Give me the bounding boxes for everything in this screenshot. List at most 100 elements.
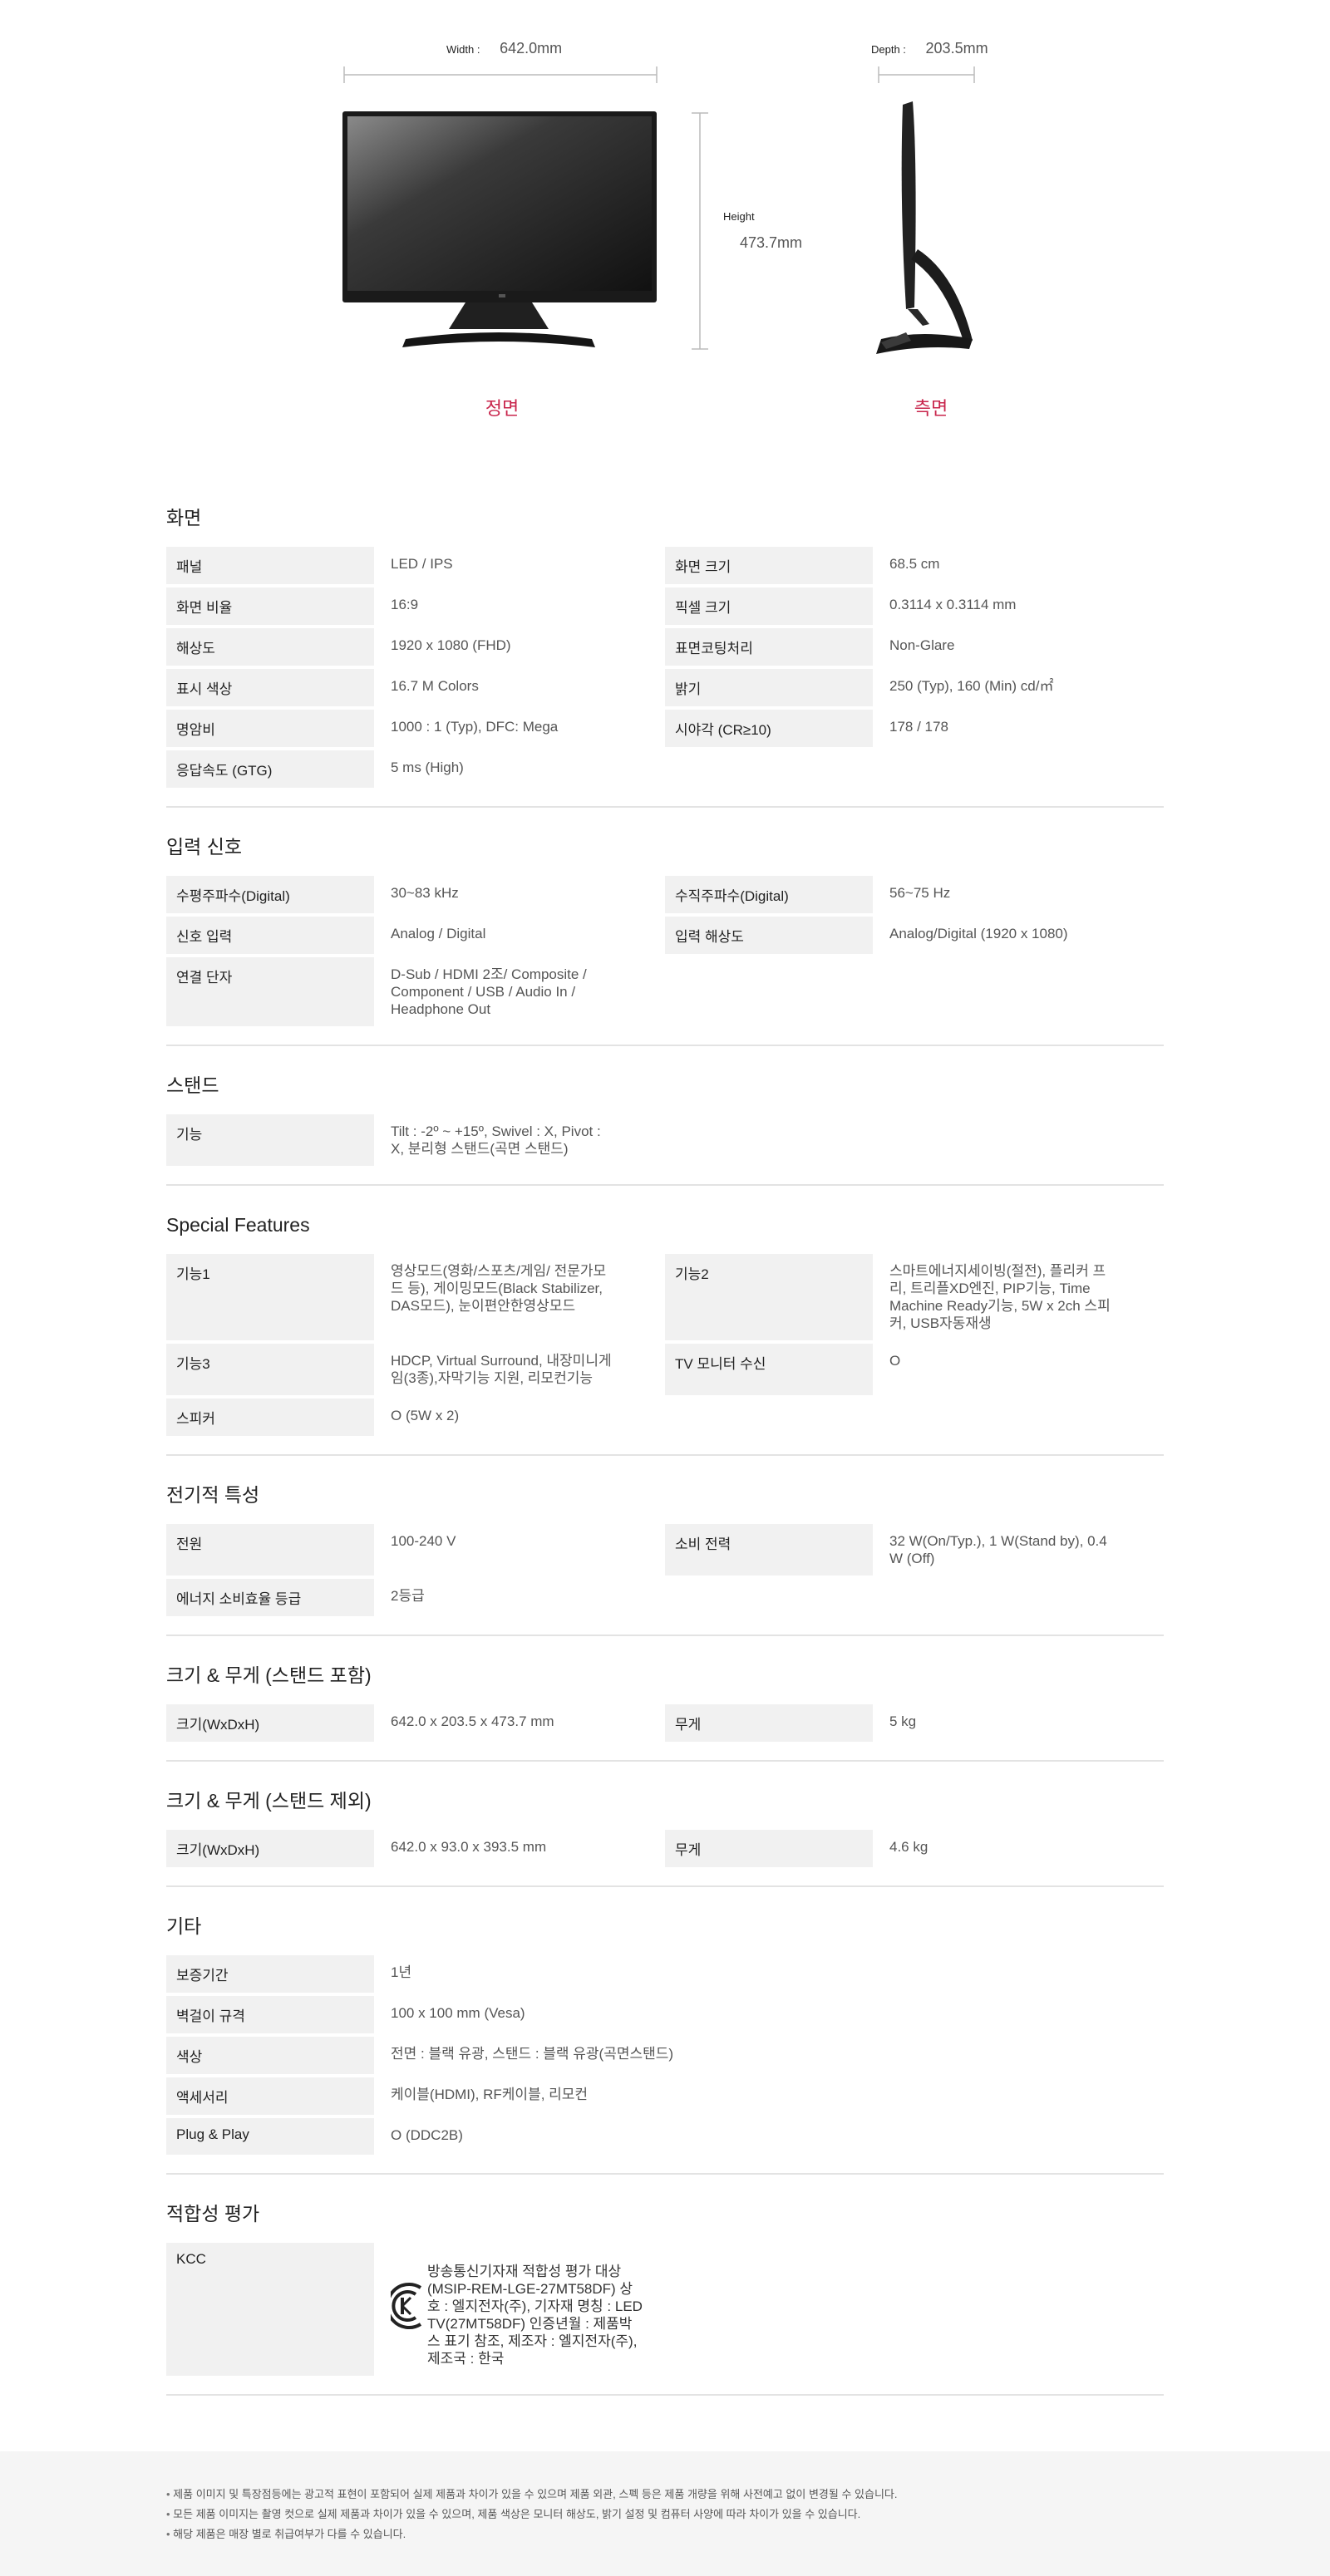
spec-section-kcc: 적합성 평가 KCC 방송통신기자재 적합성 평가 대상 (MSIP-REM-L… (166, 2200, 1164, 2396)
spec-label: 크기(WxDxH) (166, 1830, 374, 1867)
spec-value: 2등급 (391, 1588, 425, 1604)
notes-list: 제품 이미지 및 특장점등에는 광고적 표현이 포함되어 실제 제품과 차이가 … (0, 2451, 1330, 2544)
spec-row: 시야각 (CR≥10) 178 / 178 (665, 710, 1164, 747)
spec-value: 16:9 (391, 597, 419, 612)
spec-section: 화면 패널 LED / IPS 화면 크기 68.5 cm 화면 비율 16:9 픽셀 크기 0… (166, 504, 1164, 808)
spec-row: 무게 5 kg (665, 1704, 1164, 1742)
spec-rows: 기능 Tilt : -2º ~ +15º, Swivel : X, Pivot :… (166, 1114, 1164, 1166)
spec-row: 벽걸이 규격 100 x 100 mm (Vesa) (166, 1996, 1164, 2033)
side-view-monitor (876, 101, 973, 354)
spec-label: 표시 색상 (166, 669, 374, 706)
spec-row: 픽셀 크기 0.3114 x 0.3114 mm (665, 587, 1164, 625)
width-dimension-line (343, 66, 658, 83)
spec-label: 기능 (166, 1114, 374, 1166)
section-title: 입력 신호 (166, 836, 243, 858)
spec-row: 화면 크기 68.5 cm (665, 547, 1164, 584)
monitor-drawings (342, 66, 975, 354)
product-dimensions: Width : 642.0mm Depth : 203.5mm Height 4… (0, 0, 1330, 465)
spec-value: 1년 (391, 1964, 412, 1980)
spec-value: 30~83 kHz (391, 885, 459, 901)
spec-row: 해상도 1920 x 1080 (FHD) (166, 628, 665, 666)
front-view-monitor (342, 111, 657, 347)
spec-value: Tilt : -2º ~ +15º, Swivel : X, Pivot : X… (391, 1123, 601, 1157)
spec-label: 보증기간 (166, 1955, 374, 1993)
spec-label: 액세서리 (166, 2077, 374, 2115)
spec-label: 기능1 (166, 1254, 374, 1340)
section-title: 크기 & 무게 (스탠드 제외) (166, 1790, 372, 1812)
spec-label: 밝기 (665, 669, 873, 706)
section-title: 기타 (166, 1915, 202, 1937)
spec-label: 에너지 소비효율 등급 (166, 1579, 374, 1616)
spec-label: 스피커 (166, 1399, 374, 1436)
spec-label: 소비 전력 (665, 1524, 873, 1576)
spec-rows: 기능1 영상모드(영화/스포츠/게임/ 전문가모드 등), 게이밍모드(Black… (166, 1254, 1164, 1436)
spec-value: D-Sub / HDMI 2조/ Composite / Component /… (391, 966, 587, 1017)
section-title: Special Features (166, 1214, 310, 1236)
spec-value: Analog / Digital (391, 926, 486, 941)
spec-rows: 크기(WxDxH) 642.0 x 93.0 x 393.5 mm 무게 4.6 kg (166, 1830, 1164, 1867)
spec-value: 68.5 cm (889, 556, 940, 572)
spec-section: 기타 보증기간 1년 벽걸이 규격 100 x 100 mm (Vesa) 색상 전면 : … (166, 1912, 1164, 2175)
spec-rows: 보증기간 1년 벽걸이 규격 100 x 100 mm (Vesa) 색상 전면 : 블랙… (166, 1955, 1164, 2155)
spec-value: 100 x 100 mm (Vesa) (391, 2005, 525, 2021)
spec-row: 명암비 1000 : 1 (Typ), DFC: Mega (166, 710, 665, 747)
spec-row: 패널 LED / IPS (166, 547, 665, 584)
spec-value: O (889, 1353, 901, 1369)
spec-row: 액세서리 케이블(HDMI), RF케이블, 리모컨 (166, 2077, 1164, 2115)
spec-row: 기능1 영상모드(영화/스포츠/게임/ 전문가모드 등), 게이밍모드(Black… (166, 1254, 665, 1340)
spec-section: 크기 & 무게 (스탠드 포함) 크기(WxDxH) 642.0 x 203.5 x… (166, 1661, 1164, 1762)
spec-label: 신호 입력 (166, 917, 374, 954)
spec-value: 스마트에너지세이빙(절전), 플리커 프리, 트리플XD엔진, PIP기능, T… (889, 1263, 1111, 1331)
spec-value: 56~75 Hz (889, 885, 951, 901)
spec-label: 표면코팅처리 (665, 628, 873, 666)
spec-row: TV 모니터 수신 O (665, 1344, 1164, 1395)
spec-value: 영상모드(영화/스포츠/게임/ 전문가모드 등), 게이밍모드(Black St… (391, 1263, 607, 1314)
front-view-label: 정면 (485, 398, 520, 419)
height-dimension-line (692, 112, 708, 350)
spec-value: O (5W x 2) (391, 1408, 460, 1423)
spec-row: 기능2 스마트에너지세이빙(절전), 플리커 프리, 트리플XD엔진, PIP기능… (665, 1254, 1164, 1340)
spec-value: 100-240 V (391, 1533, 456, 1549)
spec-value: 0.3114 x 0.3114 mm (889, 597, 1017, 612)
section-title: 크기 & 무게 (스탠드 포함) (166, 1664, 372, 1686)
spec-value: HDCP, Virtual Surround, 내장미니게임(3종),자막기능 … (391, 1353, 612, 1386)
spec-section: 입력 신호수평주파수(Digital) 30~83 kHz 수직주파수(Digita… (166, 833, 1164, 1046)
spec-row: 기능3 HDCP, Virtual Surround, 내장미니게임(3종),자막… (166, 1344, 665, 1395)
section-title: 전기적 특성 (166, 1484, 260, 1506)
spec-row: 표시 색상 16.7 M Colors (166, 669, 665, 706)
spec-label: 픽셀 크기 (665, 587, 873, 625)
spec-label: 크기(WxDxH) (166, 1704, 374, 1742)
spec-value: Non-Glare (889, 637, 955, 653)
spec-label: 패널 (166, 547, 374, 584)
spec-label: 해상도 (166, 628, 374, 666)
spec-label: 무게 (665, 1830, 873, 1867)
spec-section: 크기 & 무게 (스탠드 제외) 크기(WxDxH) 642.0 x 93.0 x … (166, 1787, 1164, 1887)
spec-row: 수직주파수(Digital) 56~75 Hz (665, 876, 1164, 913)
spec-value: LED / IPS (391, 556, 453, 572)
spec-label: 전원 (166, 1524, 374, 1576)
spec-rows: 전원 100-240 V 소비 전력 32 W(On/Typ.), 1 W(Stand… (166, 1524, 1164, 1616)
spec-rows: 패널 LED / IPS 화면 크기 68.5 cm 화면 비율 16:9 픽셀 크기 0.3… (166, 547, 1164, 788)
spec-label: KCC (166, 2243, 374, 2376)
spec-row: 무게 4.6 kg (665, 1830, 1164, 1867)
section-title: 적합성 평가 (166, 2203, 260, 2225)
section-title: 화면 (166, 507, 202, 528)
spec-sections: 화면 패널 LED / IPS 화면 크기 68.5 cm 화면 비율 16:9 픽셀 크기 0… (166, 504, 1164, 2421)
spec-value: 전면 : 블랙 유광, 스탠드 : 블랙 유광(곡면스탠드) (391, 2046, 674, 2062)
side-view-label: 측면 (914, 398, 948, 419)
spec-row: 에너지 소비효율 등급 2등급 (166, 1579, 665, 1616)
spec-row: 보증기간 1년 (166, 1955, 1164, 1993)
spec-rows: 수평주파수(Digital) 30~83 kHz 수직주파수(Digital) 56~… (166, 876, 1164, 1026)
spec-value: 케이블(HDMI), RF케이블, 리모컨 (391, 2087, 589, 2102)
spec-row: 입력 해상도 Analog/Digital (1920 x 1080) (665, 917, 1164, 954)
spec-label: 기능3 (166, 1344, 374, 1395)
depth-dimension-line (878, 66, 975, 83)
spec-label: 수평주파수(Digital) (166, 876, 374, 913)
section-title: 스탠드 (166, 1074, 219, 1096)
spec-value: Analog/Digital (1920 x 1080) (889, 926, 1068, 941)
note-item: 모든 제품 이미지는 촬영 컷으로 실제 제품과 차이가 있을 수 있으며, 제… (166, 2505, 1330, 2524)
spec-row: Plug & Play O (DDC2B) (166, 2118, 1164, 2155)
spec-row: KCC 방송통신기자재 적합성 평가 대상 (MSIP-REM-LGE-27MT… (166, 2243, 1164, 2376)
spec-row: 연결 단자 D-Sub / HDMI 2조/ Composite / Compon… (166, 957, 665, 1026)
spec-value: 32 W(On/Typ.), 1 W(Stand by), 0.4 W (Off… (889, 1533, 1107, 1566)
